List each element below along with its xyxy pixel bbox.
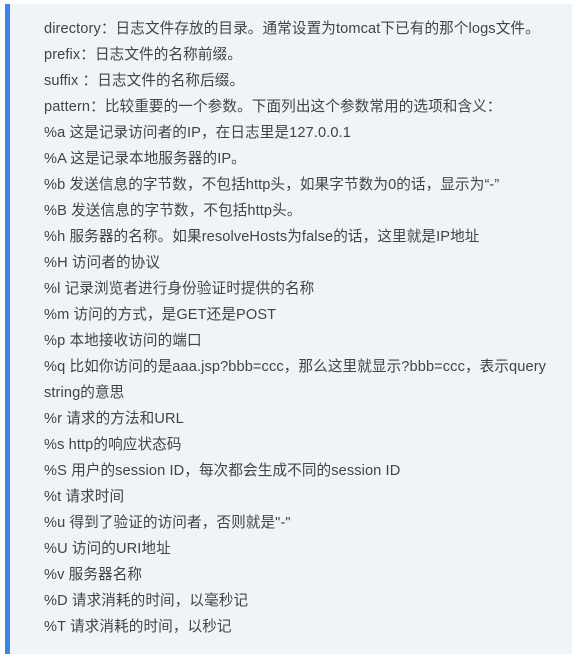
note-container: directory：日志文件存放的目录。通常设置为tomcat下已有的那个log…	[0, 0, 572, 654]
config-line-prefix: prefix：日志文件的名称前缀。	[44, 47, 242, 63]
pattern-option-u: %u 得到了验证的访问者，否则就是"-"	[44, 515, 291, 531]
pattern-option-D: %D 请求消耗的时间，以毫秒记	[44, 593, 249, 609]
pattern-option-v: %v 服务器名称	[44, 567, 143, 583]
pattern-option-h: %h 服务器的名称。如果resolveHosts为false的话，这里就是IP地…	[44, 229, 480, 245]
config-line-pattern: pattern：比较重要的一个参数。下面列出这个参数常用的选项和含义：	[44, 99, 502, 115]
pattern-option-S: %S 用户的session ID，每次都会生成不同的session ID	[44, 463, 401, 479]
pattern-option-U: %U 访问的URI地址	[44, 541, 171, 557]
pattern-option-A: %A 这是记录本地服务器的IP。	[44, 151, 246, 167]
pattern-option-B: %B 发送信息的字节数，不包括http头。	[44, 203, 302, 219]
pattern-option-T: %T 请求消耗的时间，以秒记	[44, 619, 232, 635]
pattern-option-l: %l 记录浏览者进行身份验证时提供的名称	[44, 281, 315, 297]
pattern-option-H: %H 访问者的协议	[44, 255, 161, 271]
pattern-option-p: %p 本地接收访问的端口	[44, 333, 202, 349]
pattern-option-a: %a 这是记录访问者的IP，在日志里是127.0.0.1	[44, 125, 351, 141]
pattern-option-b: %b 发送信息的字节数，不包括http头，如果字节数为0的话，显示为“-”	[44, 177, 500, 193]
pattern-option-t: %t 请求时间	[44, 489, 125, 505]
pattern-option-r: %r 请求的方法和URL	[44, 411, 184, 427]
pattern-option-q: %q 比如你访问的是aaa.jsp?bbb=ccc，那么这里就显示?bbb=cc…	[44, 359, 547, 401]
config-line-directory: directory：日志文件存放的目录。通常设置为tomcat下已有的那个log…	[44, 21, 540, 37]
pattern-option-m: %m 访问的方式，是GET还是POST	[44, 307, 277, 323]
note-text-body: directory：日志文件存放的目录。通常设置为tomcat下已有的那个log…	[44, 16, 558, 640]
config-line-suffix: suffix ：日志文件的名称后缀。	[44, 73, 245, 89]
pattern-option-s: %s http的响应状态码	[44, 437, 182, 453]
quoted-note-panel: directory：日志文件存放的目录。通常设置为tomcat下已有的那个log…	[5, 4, 572, 654]
